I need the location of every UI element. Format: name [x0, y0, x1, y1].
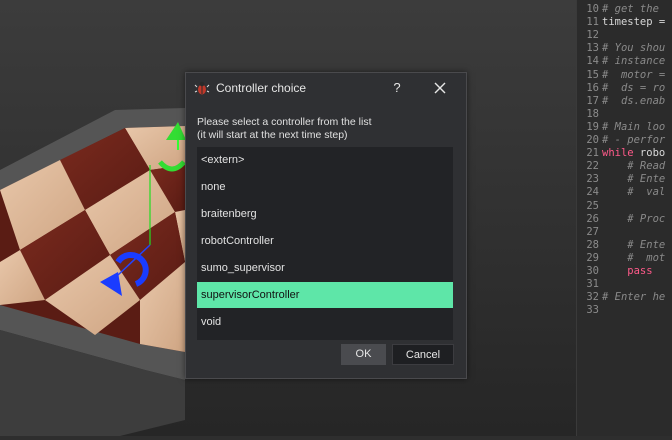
- controller-list-item[interactable]: robotController: [197, 228, 453, 254]
- code-text: # You shou: [602, 42, 666, 55]
- line-number: 25: [586, 199, 599, 212]
- line-number: 31: [586, 278, 599, 291]
- dialog-titlebar[interactable]: Controller choice ?: [186, 73, 466, 103]
- code-line: 21 while robo: [577, 147, 665, 160]
- code-text: # get the: [602, 3, 659, 15]
- code-line: 20 # - perfor: [577, 134, 665, 147]
- line-number: 14: [586, 55, 599, 68]
- code-line: 25: [577, 200, 602, 213]
- close-icon: [434, 82, 446, 94]
- code-text: # val: [602, 186, 666, 199]
- code-line: 23 # Ente: [577, 173, 665, 186]
- line-number: 33: [586, 304, 599, 317]
- code-line: 26 # Proc: [577, 213, 665, 226]
- dialog-title: Controller choice: [216, 81, 307, 95]
- code-text: # mot: [602, 251, 666, 264]
- code-line: 16 # ds = ro: [577, 82, 665, 95]
- code-text: # - perfor: [602, 134, 666, 146]
- line-number: 28: [586, 238, 599, 251]
- controller-list-item[interactable]: supervisorController: [197, 282, 453, 308]
- code-editor[interactable]: 10 # get the 11 timestep = 12 13 # You shou 14 #…: [576, 0, 672, 436]
- code-line: 30 pass: [577, 265, 653, 278]
- controller-list-item[interactable]: void: [197, 309, 453, 335]
- line-number: 19: [586, 120, 599, 133]
- line-number: 26: [586, 212, 599, 225]
- code-text: # ds.enab: [602, 94, 666, 107]
- code-line: 27: [577, 226, 602, 239]
- line-number: 18: [586, 107, 599, 120]
- code-line: 10 # get the: [577, 3, 659, 16]
- code-line: 33: [577, 304, 602, 317]
- line-number: 21: [586, 147, 599, 160]
- code-line: 11 timestep =: [577, 16, 665, 29]
- code-line: 14 # instance: [577, 55, 665, 68]
- code-text: # ds = ro: [602, 81, 666, 94]
- cancel-button[interactable]: Cancel: [392, 344, 454, 365]
- dialog-prompt: Please select a controller from the list…: [197, 116, 372, 142]
- ok-button[interactable]: OK: [341, 344, 386, 365]
- code-line: 19 # Main loo: [577, 121, 665, 134]
- line-number: 12: [586, 29, 599, 42]
- controller-list-item[interactable]: braitenberg: [197, 201, 453, 227]
- code-line: 17 # ds.enab: [577, 95, 665, 108]
- code-line: 32 # Enter he: [577, 291, 665, 304]
- controller-choice-dialog: Controller choice ? Please select a cont…: [185, 72, 467, 379]
- line-number: 10: [586, 3, 599, 15]
- controller-list-item[interactable]: <extern>: [197, 147, 453, 173]
- line-number: 32: [586, 291, 599, 304]
- line-number: 23: [586, 173, 599, 186]
- controller-list-item[interactable]: none: [197, 174, 453, 200]
- code-text: # Proc: [602, 212, 666, 225]
- line-number: 11: [586, 16, 599, 29]
- line-number: 17: [586, 94, 599, 107]
- code-line: 15 # motor =: [577, 69, 665, 82]
- code-text: pass: [602, 265, 653, 277]
- line-number: 16: [586, 81, 599, 94]
- line-number: 24: [586, 186, 599, 199]
- code-text: # instance: [602, 55, 666, 68]
- code-line: 29 # mot: [577, 252, 665, 265]
- code-line: 12: [577, 29, 602, 42]
- line-number: 27: [586, 225, 599, 238]
- code-line: 28 # Ente: [577, 239, 665, 252]
- code-text: timestep =: [602, 16, 666, 29]
- line-number: 29: [586, 251, 599, 264]
- code-line: 31: [577, 278, 602, 291]
- help-button[interactable]: ?: [388, 78, 406, 98]
- controller-list-item[interactable]: sumo_supervisor: [197, 255, 453, 281]
- code-line: 18: [577, 108, 602, 121]
- code-text: # Ente: [602, 173, 666, 186]
- code-text: # Enter he: [602, 291, 666, 304]
- code-line: 22 # Read: [577, 160, 665, 173]
- code-text: robo: [633, 147, 666, 160]
- line-number: 15: [586, 68, 599, 81]
- line-number: 22: [586, 160, 599, 173]
- controller-list[interactable]: <extern> none braitenberg robotController su…: [197, 147, 453, 340]
- prompt-line: Please select a controller from the list: [197, 116, 372, 128]
- code-text: # motor =: [602, 68, 666, 81]
- code-line: 13 # You shou: [577, 42, 665, 55]
- code-text: # Ente: [602, 238, 666, 251]
- close-button[interactable]: [428, 78, 452, 98]
- line-number: 13: [586, 42, 599, 55]
- code-keyword: while: [602, 147, 634, 160]
- line-number: 30: [586, 265, 599, 277]
- code-text: # Main loo: [602, 120, 666, 133]
- code-line: 24 # val: [577, 186, 665, 199]
- bug-icon: [194, 81, 210, 95]
- prompt-line: (it will start at the next time step): [197, 129, 348, 141]
- code-text: # Read: [602, 160, 666, 173]
- line-number: 20: [586, 134, 599, 146]
